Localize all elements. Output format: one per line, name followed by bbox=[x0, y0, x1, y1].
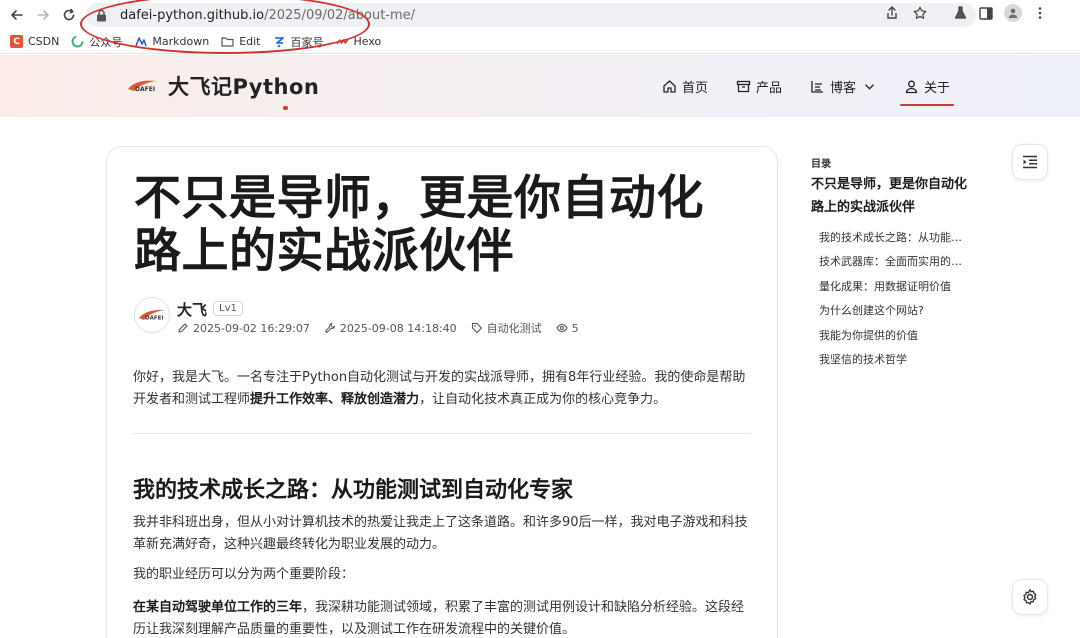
share-icon[interactable] bbox=[884, 5, 900, 21]
nav-about[interactable]: 关于 bbox=[899, 75, 955, 106]
svg-text:DAFEI: DAFEI bbox=[135, 86, 155, 93]
divider bbox=[133, 433, 751, 434]
intro-paragraph: 你好，我是大飞。一名专注于Python自动化测试与开发的实战派导师，拥有8年行业… bbox=[133, 367, 753, 411]
article-meta: 2025-09-02 16:29:07 2025-09-08 14:18:40 … bbox=[177, 320, 579, 336]
toc-toggle-button[interactable] bbox=[1012, 144, 1048, 180]
sidebar-toggle-icon[interactable] bbox=[978, 5, 994, 21]
author-level-badge: Lv1 bbox=[213, 301, 243, 316]
site-title[interactable]: 大飞记Python bbox=[168, 71, 319, 101]
profile-icon[interactable] bbox=[1004, 4, 1022, 22]
author-avatar[interactable]: DAFEI bbox=[134, 297, 170, 333]
bookmark-label: Hexo bbox=[353, 35, 382, 48]
category-link[interactable]: 自动化测试 bbox=[471, 320, 542, 336]
created-date: 2025-09-02 16:29:07 bbox=[177, 322, 310, 335]
stage-one-bold: 在某自动驾驶单位工作的三年 bbox=[133, 600, 303, 615]
intro-bold-creativity: 释放创造潜力 bbox=[341, 392, 420, 407]
indent-list-icon bbox=[1023, 155, 1037, 169]
bookmark-markdown[interactable]: Markdown bbox=[134, 35, 209, 48]
more-vertical-icon[interactable] bbox=[1032, 5, 1048, 21]
intro-text-end: ，让自动化技术真正成为你的核心竞争力。 bbox=[419, 392, 667, 407]
updated-text: 2025-09-08 14:18:40 bbox=[339, 321, 457, 335]
author-name[interactable]: 大飞 bbox=[177, 299, 207, 320]
bookmarks-bar: C CSDN 公众号 Markdown Edit 百家号 Hexo bbox=[0, 30, 1080, 54]
toc-title[interactable]: 不只是导师，更是你自动化路上的实战派伙伴 bbox=[811, 173, 971, 219]
nav-blog[interactable]: 博客 bbox=[810, 75, 876, 97]
home-icon bbox=[663, 79, 676, 93]
nav-products[interactable]: 产品 bbox=[736, 75, 782, 97]
settings-button[interactable] bbox=[1012, 579, 1048, 615]
toc-item[interactable]: 我能为你提供的价值 bbox=[819, 324, 965, 348]
views-text: 5 bbox=[571, 321, 579, 335]
toc-item[interactable]: 量化成果：用数据证明价值 bbox=[819, 275, 965, 299]
paragraph-stage-one: 在某自动驾驶单位工作的三年，我深耕功能测试领域，积累了丰富的测试用例设计和缺陷分… bbox=[133, 597, 753, 638]
reload-icon[interactable] bbox=[56, 2, 82, 28]
bookmark-label: Edit bbox=[239, 35, 261, 48]
created-text: 2025-09-02 16:29:07 bbox=[193, 321, 310, 335]
intro-separator: 、 bbox=[328, 392, 342, 407]
paragraph-stages: 我的职业经历可以分为两个重要阶段： bbox=[133, 567, 355, 582]
list-icon bbox=[811, 80, 823, 93]
address-bar[interactable]: dafei-python.github.io/2025/09/02/about-… bbox=[86, 3, 976, 27]
view-count: 5 bbox=[556, 322, 579, 335]
toc-item[interactable]: 我坚信的技术哲学 bbox=[819, 348, 965, 372]
bookmark-wechat[interactable]: 公众号 bbox=[71, 34, 122, 50]
back-arrow-icon[interactable] bbox=[4, 2, 30, 28]
dafei-logo[interactable]: DAFEI bbox=[126, 77, 158, 95]
article-title: 不只是导师，更是你自动化路上的实战派伙伴 bbox=[134, 171, 704, 279]
toc-item[interactable]: 技术武器库：全面而实用的技能栈 bbox=[819, 250, 965, 274]
browser-toolbar: dafei-python.github.io/2025/09/02/about-… bbox=[0, 0, 1080, 30]
baijiahao-icon bbox=[273, 35, 286, 48]
svg-text:DAFEI: DAFEI bbox=[145, 316, 163, 322]
user-icon bbox=[905, 80, 918, 93]
box-icon bbox=[736, 80, 751, 92]
section-heading: 我的技术成长之路：从功能测试到自动化专家 bbox=[133, 478, 574, 503]
category-text: 自动化测试 bbox=[486, 322, 542, 335]
nav-home[interactable]: 首页 bbox=[662, 75, 708, 97]
bookmark-label: 百家号 bbox=[290, 35, 324, 49]
star-icon[interactable] bbox=[912, 5, 928, 21]
updated-date: 2025-09-08 14:18:40 bbox=[324, 322, 457, 335]
bookmark-edit[interactable]: Edit bbox=[221, 35, 261, 48]
url-path: /2025/09/02/about-me/ bbox=[264, 7, 416, 23]
paragraph-background: 我并非科班出身，但从小对计算机技术的热爱让我走上了这条道路。和许多90后一样，我… bbox=[133, 515, 748, 552]
url-host: dafei-python.github.io bbox=[120, 7, 265, 23]
main-nav: 首页 产品 博客 关于 bbox=[662, 75, 955, 106]
nav-label: 关于 bbox=[923, 80, 950, 96]
nav-label: 首页 bbox=[681, 80, 708, 96]
bookmark-label: Markdown bbox=[152, 35, 210, 48]
nav-label: 产品 bbox=[755, 80, 782, 96]
folder-icon bbox=[221, 35, 234, 48]
markdown-icon bbox=[134, 35, 147, 48]
toc-list: 我的技术成长之路：从功能测试到自动化专家 技术武器库：全面而实用的技能栈 量化成… bbox=[819, 226, 965, 372]
forward-arrow-icon[interactable] bbox=[30, 2, 56, 28]
wrench-icon bbox=[324, 323, 335, 333]
lock-icon[interactable] bbox=[96, 8, 110, 22]
flask-icon[interactable] bbox=[952, 5, 968, 21]
intro-bold-efficiency: 提升工作效率 bbox=[250, 392, 329, 407]
toc-item[interactable]: 为什么创建这个网站? bbox=[819, 299, 965, 323]
bookmark-label: CSDN bbox=[28, 35, 60, 48]
hexo-icon bbox=[335, 35, 349, 48]
toc-item[interactable]: 我的技术成长之路：从功能测试到自动化专家 bbox=[819, 226, 965, 250]
wechat-icon bbox=[71, 35, 84, 48]
nav-label: 博客 bbox=[829, 80, 856, 96]
bookmark-baijiahao[interactable]: 百家号 bbox=[273, 34, 324, 50]
title-indicator-dot bbox=[283, 106, 288, 110]
site-header: DAFEI 大飞记Python 首页 产品 博客 关于 bbox=[0, 55, 1080, 117]
toc-label: 目录 bbox=[811, 159, 831, 170]
pencil-icon bbox=[178, 323, 188, 333]
eye-icon bbox=[556, 323, 568, 333]
tag-icon bbox=[471, 322, 482, 334]
csdn-icon: C bbox=[10, 35, 23, 48]
bookmark-hexo[interactable]: Hexo bbox=[335, 35, 382, 48]
bookmark-label: 公众号 bbox=[89, 35, 123, 49]
gear-icon bbox=[1023, 589, 1037, 605]
chevron-down-icon bbox=[865, 83, 874, 90]
bookmark-csdn[interactable]: C CSDN bbox=[10, 35, 59, 48]
